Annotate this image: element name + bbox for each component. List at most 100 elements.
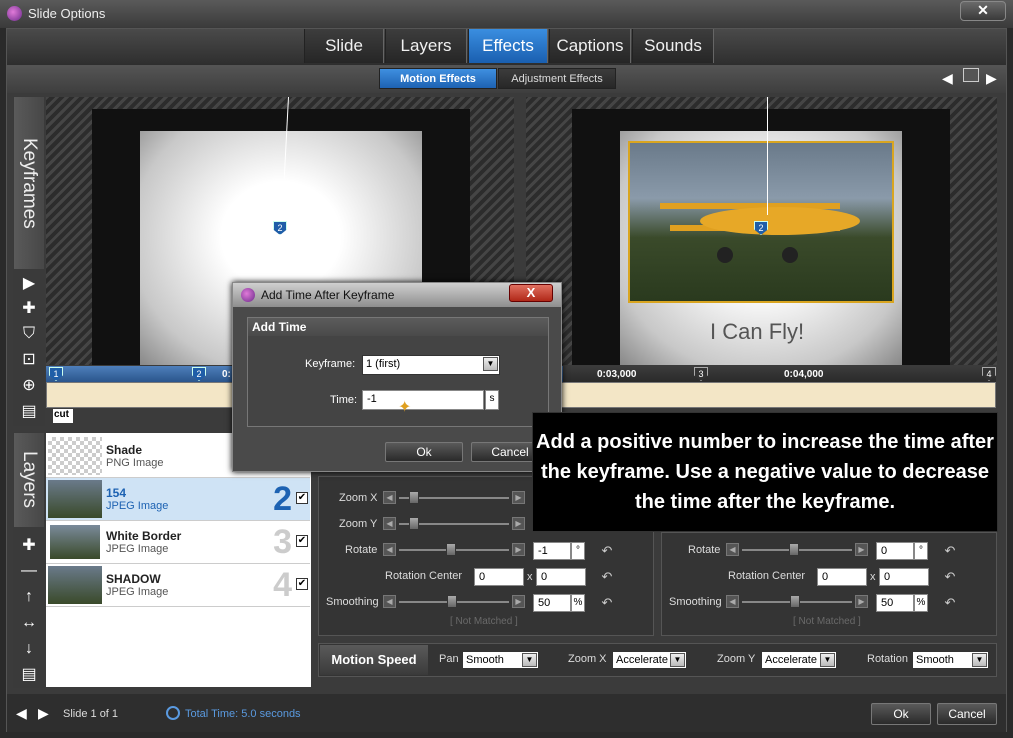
rotate-label-right: Rotate	[688, 544, 721, 556]
reset-rotate-right-icon[interactable]: ↶	[943, 544, 957, 558]
smoothing-input[interactable]: 50	[533, 594, 571, 612]
layer-row[interactable]: 154 JPEG Image 2 ✔	[46, 478, 310, 521]
layer-visible-checkbox[interactable]: ✔	[296, 492, 308, 504]
clock-icon	[166, 706, 180, 720]
pan-select[interactable]: Smooth ▼	[462, 651, 539, 669]
prev-slide-icon[interactable]: ◀	[16, 705, 27, 722]
rotation-center-label: Rotation Center	[385, 570, 463, 582]
layer-thumbnail	[48, 480, 102, 518]
rotation-center-y-input[interactable]: 0	[536, 568, 586, 586]
zoom-y-label: Zoom Y	[339, 518, 378, 530]
tab-sounds[interactable]: Sounds	[632, 29, 714, 63]
zoom-region-icon[interactable]: ⊡	[15, 349, 43, 371]
prev-arrow-icon[interactable]: ◀	[942, 70, 953, 87]
reset-smoothing-icon[interactable]: ↶	[600, 596, 614, 610]
cancel-button[interactable]: Cancel	[937, 703, 997, 725]
layer-type: JPEG Image	[106, 543, 169, 555]
layer-number: 3	[273, 523, 292, 561]
right-preview-area[interactable]: I Can Fly! 2	[526, 97, 997, 365]
rotate-slider[interactable]: ◀ ▶	[383, 543, 526, 558]
keyframe-select[interactable]: 1 (first) ▼	[362, 355, 500, 375]
play-icon[interactable]: ▶	[15, 273, 43, 295]
move-down-icon[interactable]: ↓	[15, 638, 43, 660]
remove-layer-icon[interactable]: —	[15, 560, 43, 582]
chevron-down-icon: ▼	[972, 653, 987, 667]
layer-row[interactable]: White Border JPEG Image 3 ✔	[46, 521, 310, 564]
magic-wand-cursor-icon: ✦	[398, 399, 412, 416]
right-preview-canvas: I Can Fly!	[572, 109, 950, 365]
rotate-unit: °	[571, 542, 585, 560]
reset-rotate-icon[interactable]: ↶	[600, 544, 614, 558]
ok-button[interactable]: Ok	[871, 703, 931, 725]
rotation-center-label-right: Rotation Center	[728, 570, 806, 582]
callout-line-1: Add a positive number to increase the ti…	[536, 431, 994, 453]
time-label: Time:	[330, 394, 358, 406]
motion-path-line-right	[767, 97, 768, 215]
keyframe-options-icon[interactable]: ⛉	[15, 323, 43, 345]
rotation-center-x-input[interactable]: 0	[474, 568, 524, 586]
time-input[interactable]: -1	[362, 390, 484, 410]
pan-select-value: Smooth	[466, 654, 504, 666]
dialog-close-button[interactable]: X	[509, 284, 553, 302]
rotation-speed-select[interactable]: Smooth ▼	[912, 651, 989, 669]
reset-rotation-center-right-icon[interactable]: ↶	[943, 570, 957, 584]
tab-slide[interactable]: Slide	[304, 29, 384, 63]
timeline-label-3s: 0:03,000	[597, 369, 637, 380]
magnify-icon[interactable]: ⊕	[15, 375, 43, 397]
dialog-title: Add Time After Keyframe	[261, 288, 395, 302]
zoom-y-speed-select[interactable]: Accelerate ▼	[761, 651, 837, 669]
pan-label: Pan	[439, 653, 459, 665]
tab-captions[interactable]: Captions	[549, 29, 631, 63]
edit-layer-settings-icon[interactable]: ▤	[15, 664, 43, 686]
zoom-x-speed-select[interactable]: Accelerate ▼	[612, 651, 687, 669]
chevron-down-icon: ▼	[670, 653, 685, 667]
zoom-y-speed-label: Zoom Y	[717, 653, 756, 665]
layer-thumbnail	[48, 437, 102, 475]
layer-visible-checkbox[interactable]: ✔	[296, 535, 308, 547]
smoothing-unit: %	[571, 594, 585, 612]
layer-visible-checkbox[interactable]: ✔	[296, 578, 308, 590]
layer-name: Shade	[106, 443, 143, 457]
rotation-center-y-input-right[interactable]: 0	[879, 568, 929, 586]
cut-label[interactable]: cut	[53, 409, 73, 423]
move-up-icon[interactable]: ↑	[15, 586, 43, 608]
rotate-input[interactable]: -1	[533, 542, 571, 560]
keyframes-tab[interactable]: Keyframes	[14, 97, 44, 269]
shade-image-right: I Can Fly!	[620, 131, 902, 365]
rotation-center-x-input-right[interactable]: 0	[817, 568, 867, 586]
add-time-dialog: Add Time After Keyframe X Add Time Keyfr…	[232, 282, 562, 472]
layer-thumbnail	[48, 523, 102, 561]
rotate-input-right[interactable]: 0	[876, 542, 914, 560]
zoom-x-speed-value: Accelerate	[616, 654, 668, 666]
dialog-ok-button[interactable]: Ok	[385, 442, 463, 462]
zoom-x-label: Zoom X	[339, 492, 378, 504]
add-keyframe-icon[interactable]: ✚	[15, 298, 43, 320]
window-close-button[interactable]: ✕	[960, 1, 1006, 21]
rotate-slider-right[interactable]: ◀ ▶	[726, 543, 869, 558]
subtab-motion-effects[interactable]: Motion Effects	[379, 68, 497, 89]
resize-horizontal-icon[interactable]: ↔	[15, 612, 43, 634]
layer-type: PNG Image	[106, 457, 164, 469]
zoom-x-slider[interactable]: ◀ ▶	[383, 491, 526, 506]
zoom-y-slider[interactable]: ◀ ▶	[383, 517, 526, 532]
subtab-adjustment-effects[interactable]: Adjustment Effects	[498, 68, 616, 89]
reset-rotation-center-icon[interactable]: ↶	[600, 570, 614, 584]
smoothing-slider-right[interactable]: ◀ ▶	[726, 595, 869, 610]
keyframe-label: Keyframe:	[305, 358, 356, 370]
next-arrow-icon[interactable]: ▶	[986, 70, 997, 87]
smoothing-slider[interactable]: ◀ ▶	[383, 595, 526, 610]
reset-smoothing-right-icon[interactable]: ↶	[943, 596, 957, 610]
layers-tab[interactable]: Layers	[14, 433, 44, 527]
timeline-label-left: 0:	[222, 369, 231, 380]
edit-layer-icon[interactable]: ▤	[15, 401, 43, 423]
callout-line-3: the time after the keyframe.	[634, 491, 896, 513]
copy-window-icon[interactable]	[963, 68, 979, 82]
layer-name: SHADOW	[106, 572, 161, 586]
smoothing-input-right[interactable]: 50	[876, 594, 914, 612]
tab-effects[interactable]: Effects	[468, 29, 548, 63]
add-layer-icon[interactable]: ✚	[15, 535, 43, 557]
layer-row[interactable]: SHADOW JPEG Image 4 ✔	[46, 564, 310, 607]
tab-layers[interactable]: Layers	[385, 29, 467, 63]
next-slide-icon[interactable]: ▶	[38, 705, 49, 722]
rotate-label: Rotate	[345, 544, 378, 556]
